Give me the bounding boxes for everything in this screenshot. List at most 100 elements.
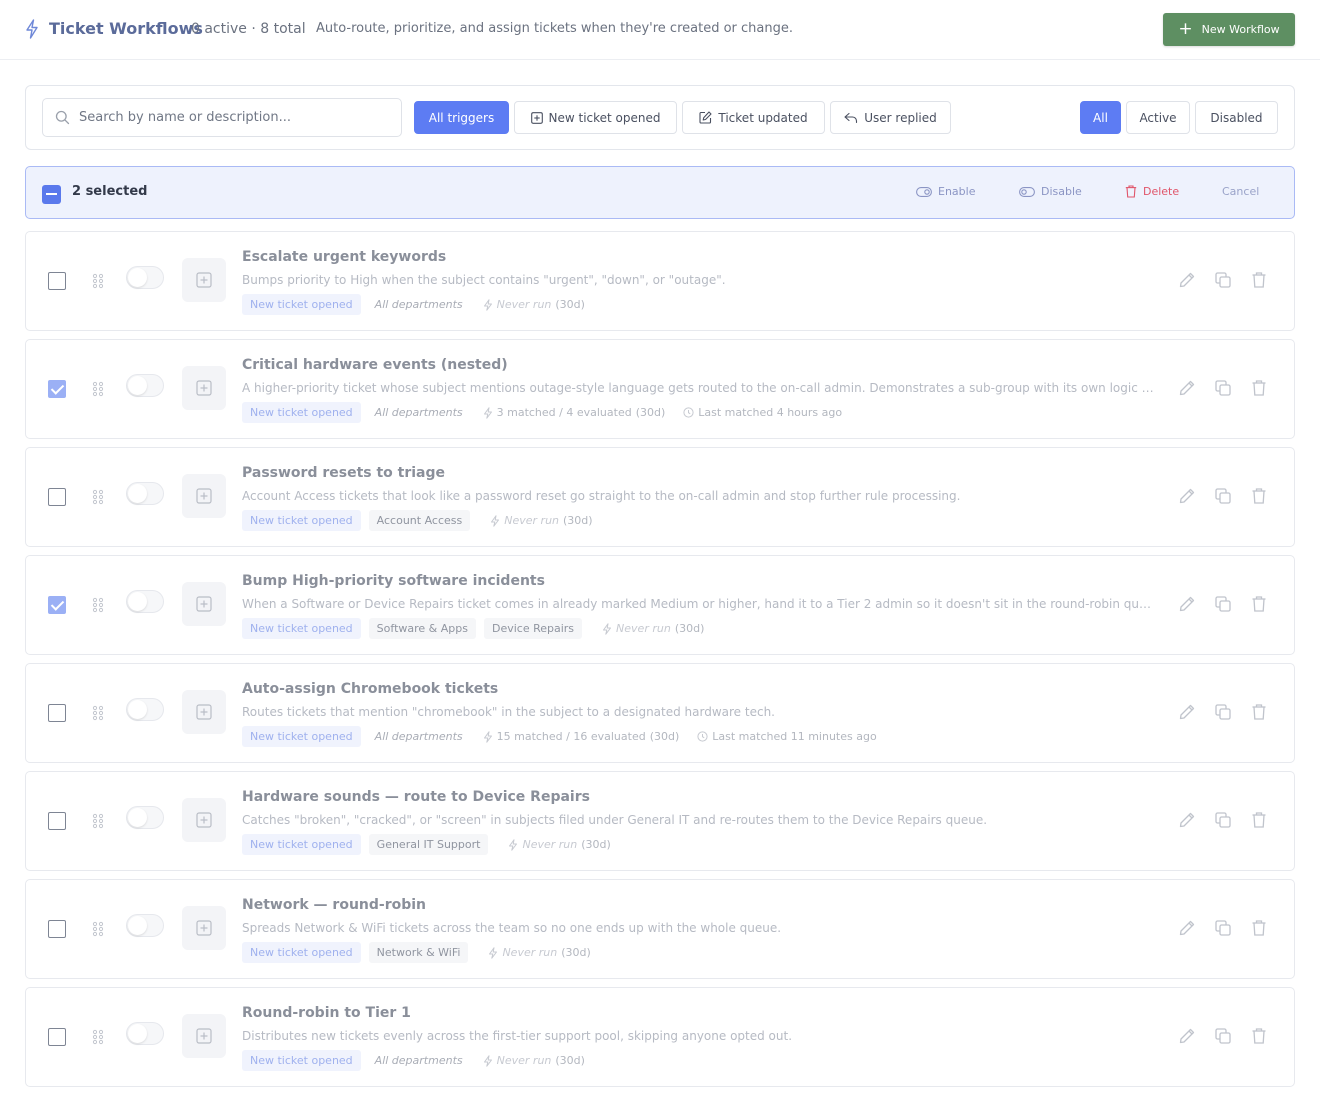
trigger-tag: New ticket opened	[242, 294, 361, 315]
edit-icon[interactable]	[1178, 379, 1196, 397]
row-checkbox[interactable]	[48, 488, 66, 506]
row-checkbox[interactable]	[48, 920, 66, 938]
duplicate-icon[interactable]	[1214, 487, 1232, 505]
drag-handle-icon[interactable]	[92, 273, 104, 289]
workflow-row[interactable]: Escalate urgent keywords Bumps priority t…	[25, 231, 1295, 331]
status-all[interactable]: All	[1080, 101, 1121, 134]
edit-icon[interactable]	[1178, 271, 1196, 289]
department-scope: All departments	[374, 1054, 463, 1067]
workflow-title[interactable]: Escalate urgent keywords	[242, 249, 446, 265]
department-tag: Software & Apps	[368, 618, 476, 639]
delete-icon[interactable]	[1250, 811, 1268, 829]
edit-icon[interactable]	[1178, 487, 1196, 505]
delete-icon[interactable]	[1250, 487, 1268, 505]
run-stats-period: (30d)	[563, 514, 593, 527]
row-checkbox[interactable]	[48, 380, 66, 398]
enable-toggle[interactable]	[126, 914, 164, 937]
workflow-row[interactable]: Critical hardware events (nested) A highe…	[25, 339, 1295, 439]
drag-handle-icon[interactable]	[92, 489, 104, 505]
delete-icon[interactable]	[1250, 379, 1268, 397]
department-scope: All departments	[374, 406, 463, 419]
enable-toggle[interactable]	[126, 1022, 164, 1045]
new-workflow-button[interactable]: + New Workflow	[1163, 13, 1295, 46]
delete-icon[interactable]	[1250, 271, 1268, 289]
lightning-icon	[483, 406, 493, 419]
drag-handle-icon[interactable]	[92, 597, 104, 613]
workflow-title[interactable]: Critical hardware events (nested)	[242, 357, 508, 373]
duplicate-icon[interactable]	[1214, 811, 1232, 829]
filter-user-replied[interactable]: User replied	[830, 101, 951, 134]
workflow-title[interactable]: Password resets to triage	[242, 465, 445, 481]
drag-handle-icon[interactable]	[92, 1029, 104, 1045]
trigger-type-icon	[182, 474, 226, 518]
workflow-title[interactable]: Round-robin to Tier 1	[242, 1005, 411, 1021]
last-matched: Last matched 11 minutes ago	[697, 730, 877, 743]
edit-icon[interactable]	[1178, 1027, 1196, 1045]
delete-icon[interactable]	[1250, 703, 1268, 721]
workflow-title[interactable]: Bump High-priority software incidents	[242, 573, 545, 589]
bulk-delete-button[interactable]: Delete	[1125, 185, 1179, 198]
row-checkbox[interactable]	[48, 812, 66, 830]
enable-toggle[interactable]	[126, 482, 164, 505]
delete-icon[interactable]	[1250, 595, 1268, 613]
workflow-row[interactable]: Round-robin to Tier 1 Distributes new tic…	[25, 987, 1295, 1087]
row-actions	[1178, 379, 1268, 397]
delete-icon[interactable]	[1250, 919, 1268, 937]
workflow-title[interactable]: Hardware sounds — route to Device Repair…	[242, 789, 590, 805]
toggle-on-icon	[916, 186, 932, 197]
row-actions	[1178, 271, 1268, 289]
workflow-row[interactable]: Auto-assign Chromebook tickets Routes tic…	[25, 663, 1295, 763]
workflow-row[interactable]: Bump High-priority software incidents Whe…	[25, 555, 1295, 655]
enable-toggle[interactable]	[126, 374, 164, 397]
page-subtitle: Auto-route, prioritize, and assign ticke…	[316, 21, 793, 36]
search-input[interactable]	[79, 110, 369, 125]
row-checkbox[interactable]	[48, 1028, 66, 1046]
run-stats: Never run (30d)	[490, 514, 593, 527]
duplicate-icon[interactable]	[1214, 379, 1232, 397]
row-actions	[1178, 919, 1268, 937]
drag-handle-icon[interactable]	[92, 705, 104, 721]
workflow-row[interactable]: Network — round-robin Spreads Network & W…	[25, 879, 1295, 979]
bulk-cancel-button[interactable]: Cancel	[1222, 185, 1259, 198]
trigger-type-icon	[182, 690, 226, 734]
workflow-title[interactable]: Network — round-robin	[242, 897, 426, 913]
drag-handle-icon[interactable]	[92, 813, 104, 829]
filter-new-ticket-opened[interactable]: New ticket opened	[514, 101, 677, 134]
duplicate-icon[interactable]	[1214, 703, 1232, 721]
run-stats-period: (30d)	[555, 1054, 585, 1067]
row-checkbox[interactable]	[48, 596, 66, 614]
duplicate-icon[interactable]	[1214, 919, 1232, 937]
workflow-title[interactable]: Auto-assign Chromebook tickets	[242, 681, 498, 697]
workflow-row[interactable]: Password resets to triage Account Access …	[25, 447, 1295, 547]
enable-toggle[interactable]	[126, 590, 164, 613]
status-active[interactable]: Active	[1126, 101, 1190, 134]
bulk-disable-button[interactable]: Disable	[1019, 185, 1082, 198]
drag-handle-icon[interactable]	[92, 381, 104, 397]
status-disabled[interactable]: Disabled	[1195, 101, 1278, 134]
workflow-description: Distributes new tickets evenly across th…	[242, 1029, 793, 1043]
bulk-enable-button[interactable]: Enable	[916, 185, 975, 198]
duplicate-icon[interactable]	[1214, 595, 1232, 613]
edit-icon[interactable]	[1178, 919, 1196, 937]
delete-icon[interactable]	[1250, 1027, 1268, 1045]
edit-icon[interactable]	[1178, 595, 1196, 613]
drag-handle-icon[interactable]	[92, 921, 104, 937]
last-matched-text: Last matched 11 minutes ago	[712, 730, 877, 743]
enable-toggle[interactable]	[126, 266, 164, 289]
duplicate-icon[interactable]	[1214, 271, 1232, 289]
enable-toggle[interactable]	[126, 698, 164, 721]
run-stats-value: Never run	[496, 1054, 552, 1067]
workflow-row[interactable]: Hardware sounds — route to Device Repair…	[25, 771, 1295, 871]
department-tag: Account Access	[368, 510, 471, 531]
row-checkbox[interactable]	[48, 704, 66, 722]
filter-user-replied-label: User replied	[864, 110, 937, 125]
enable-toggle[interactable]	[126, 806, 164, 829]
row-checkbox[interactable]	[48, 272, 66, 290]
filter-ticket-updated[interactable]: Ticket updated	[682, 101, 825, 134]
edit-icon[interactable]	[1178, 811, 1196, 829]
select-all-checkbox[interactable]	[42, 185, 61, 204]
filter-bar: All triggers New ticket opened Ticket up…	[25, 85, 1295, 150]
duplicate-icon[interactable]	[1214, 1027, 1232, 1045]
edit-icon[interactable]	[1178, 703, 1196, 721]
filter-all-triggers[interactable]: All triggers	[414, 101, 509, 134]
